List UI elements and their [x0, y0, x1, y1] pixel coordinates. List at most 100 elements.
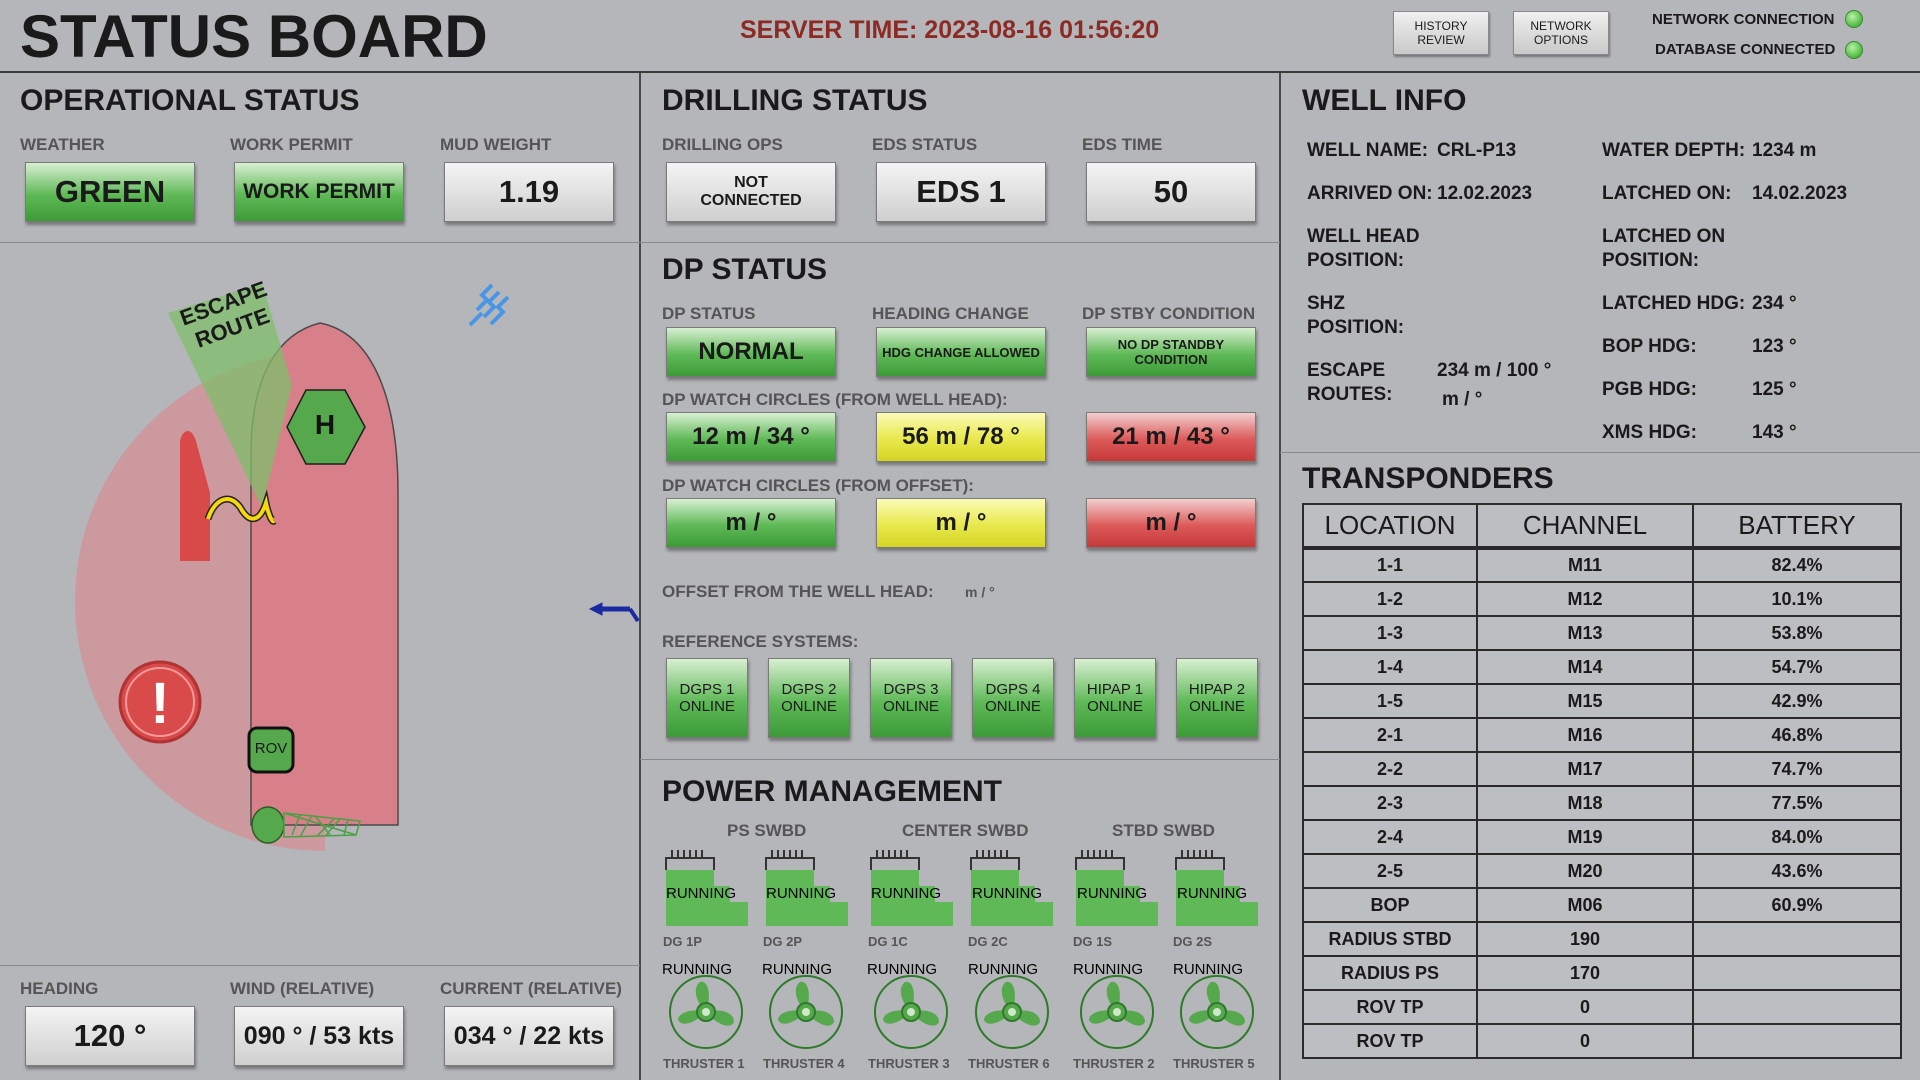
watch-head-label: DP WATCH CIRCLES (FROM WELL HEAD): [662, 390, 1008, 409]
well-info-title: WELL INFO [1302, 84, 1467, 117]
battery-cell: 84.0% [1692, 819, 1902, 855]
thruster-4-icon [769, 975, 843, 1049]
heading-change-value: HDG CHANGE ALLOWED [876, 327, 1046, 377]
battery-cell: 42.9% [1692, 683, 1902, 719]
well-name-label: WELL NAME: [1307, 140, 1429, 161]
table-row: 2-3 M18 77.5% [1302, 785, 1902, 821]
rov-label: ROV [254, 740, 288, 757]
dg-1s-status: RUNNING [1077, 885, 1147, 902]
current-label: CURRENT (RELATIVE) [440, 979, 622, 998]
dg-2s-status: RUNNING [1177, 885, 1247, 902]
dg-1c-status: RUNNING [871, 885, 941, 902]
table-row: 2-4 M19 84.0% [1302, 819, 1902, 855]
well-name-value: CRL-P13 [1437, 140, 1517, 161]
column-header-channel: CHANNEL [1476, 503, 1694, 550]
ref-dgps-4: DGPS 4 ONLINE [972, 658, 1054, 738]
power-management-title: POWER MANAGEMENT [662, 775, 1002, 808]
battery-cell [1692, 989, 1902, 1025]
table-row: 1-3 M13 53.8% [1302, 615, 1902, 651]
mud-weight-label: MUD WEIGHT [440, 135, 552, 154]
thruster-1-icon [669, 975, 743, 1049]
table-row: 2-1 M16 46.8% [1302, 717, 1902, 753]
watch-circle-yellow: 56 m / 78 ° [876, 412, 1046, 462]
location-cell: ROV TP [1302, 989, 1478, 1025]
dg-2c-label: DG 2C [968, 934, 1008, 949]
thruster-3-icon [874, 975, 948, 1049]
drilling-ops-label: DRILLING OPS [662, 135, 783, 154]
battery-cell: 43.6% [1692, 853, 1902, 889]
wellhead-pos-label-1: WELL HEAD [1307, 226, 1420, 247]
ref-dgps-3: DGPS 3 ONLINE [870, 658, 952, 738]
alert-icon: ! [150, 671, 170, 736]
latched-pos-label-2: POSITION: [1602, 250, 1700, 271]
latched-hdg-value: 234 ° [1752, 293, 1797, 314]
wind-value: 090 ° / 53 kts [234, 1006, 404, 1066]
thruster-2-icon [1080, 975, 1154, 1049]
column-header-battery: BATTERY [1692, 503, 1902, 550]
wind-label: WIND (RELATIVE) [230, 979, 375, 998]
channel-cell: 0 [1476, 1023, 1694, 1059]
battery-cell: 46.8% [1692, 717, 1902, 753]
arrived-value: 12.02.2023 [1437, 183, 1533, 204]
transponders-title: TRANSPONDERS [1302, 462, 1554, 495]
offset-from-wellhead-label: OFFSET FROM THE WELL HEAD: [662, 582, 934, 601]
mud-weight-value: 1.19 [444, 162, 614, 222]
latched-label: LATCHED ON: [1602, 183, 1732, 204]
location-cell: 1-1 [1302, 547, 1478, 583]
location-cell: 1-5 [1302, 683, 1478, 719]
transponders-table: LOCATION CHANNEL BATTERY 1-1 M11 82.4% 1-2… [1302, 503, 1902, 1059]
dg-1c-label: DG 1C [868, 934, 908, 949]
thruster-1-label: THRUSTER 1 [663, 1056, 745, 1071]
weather-label: WEATHER [20, 135, 105, 154]
offset-circle-red: m / ° [1086, 498, 1256, 548]
divider [639, 73, 641, 1080]
table-row: RADIUS STBD 190 [1302, 921, 1902, 957]
database-connection-label: DATABASE CONNECTED [1655, 41, 1836, 58]
network-options-button[interactable]: NETWORK OPTIONS [1513, 11, 1609, 55]
channel-cell: 170 [1476, 955, 1694, 991]
dp-stby-label: DP STBY CONDITION [1082, 304, 1256, 323]
battery-cell: 77.5% [1692, 785, 1902, 821]
channel-cell: M11 [1476, 547, 1694, 583]
location-cell: 1-4 [1302, 649, 1478, 685]
location-cell: ROV TP [1302, 1023, 1478, 1059]
offset-from-wellhead-value: m / ° [965, 584, 995, 600]
history-review-button[interactable]: HISTORY REVIEW [1393, 11, 1489, 55]
location-cell: 2-5 [1302, 853, 1478, 889]
latched-pos-label-1: LATCHED ON [1602, 226, 1726, 247]
battery-cell: 74.7% [1692, 751, 1902, 787]
channel-cell: M06 [1476, 887, 1694, 923]
battery-cell: 54.7% [1692, 649, 1902, 685]
table-row: ROV TP 0 [1302, 989, 1902, 1025]
thruster-3-label: THRUSTER 3 [868, 1056, 950, 1071]
network-connection-label: NETWORK CONNECTION [1652, 11, 1835, 28]
dg-2p-label: DG 2P [763, 934, 803, 949]
channel-cell: M18 [1476, 785, 1694, 821]
channel-cell: 0 [1476, 989, 1694, 1025]
escape-route-1: 234 m / 100 ° [1437, 360, 1552, 381]
drilling-ops-value: NOT CONNECTED [666, 162, 836, 222]
table-row: BOP M06 60.9% [1302, 887, 1902, 923]
battery-cell [1692, 921, 1902, 957]
escape-route-2: m / ° [1442, 389, 1483, 410]
shz-label-2: POSITION: [1307, 317, 1405, 338]
channel-cell: M17 [1476, 751, 1694, 787]
latched-value: 14.02.2023 [1752, 183, 1848, 204]
table-row: RADIUS PS 170 [1302, 955, 1902, 991]
dg-2p-status: RUNNING [766, 885, 836, 902]
server-time: SERVER TIME: 2023-08-16 01:56:20 [740, 16, 1160, 44]
eds-status-label: EDS STATUS [872, 135, 978, 154]
thruster-5-label: THRUSTER 5 [1173, 1056, 1255, 1071]
bop-hdg-value: 123 ° [1752, 336, 1797, 357]
arrived-label: ARRIVED ON: [1307, 183, 1433, 204]
dg-2c-status: RUNNING [972, 885, 1042, 902]
table-row: 1-1 M11 82.4% [1302, 547, 1902, 583]
divider [1279, 73, 1281, 1080]
dp-status-label: DP STATUS [662, 304, 756, 323]
eds-time-label: EDS TIME [1082, 135, 1163, 154]
thruster-6-label: THRUSTER 6 [968, 1056, 1050, 1071]
escape-routes-label-1: ESCAPE [1307, 360, 1386, 381]
eds-time-value: 50 [1086, 162, 1256, 222]
channel-cell: M14 [1476, 649, 1694, 685]
dg-1p-label: DG 1P [663, 934, 703, 949]
